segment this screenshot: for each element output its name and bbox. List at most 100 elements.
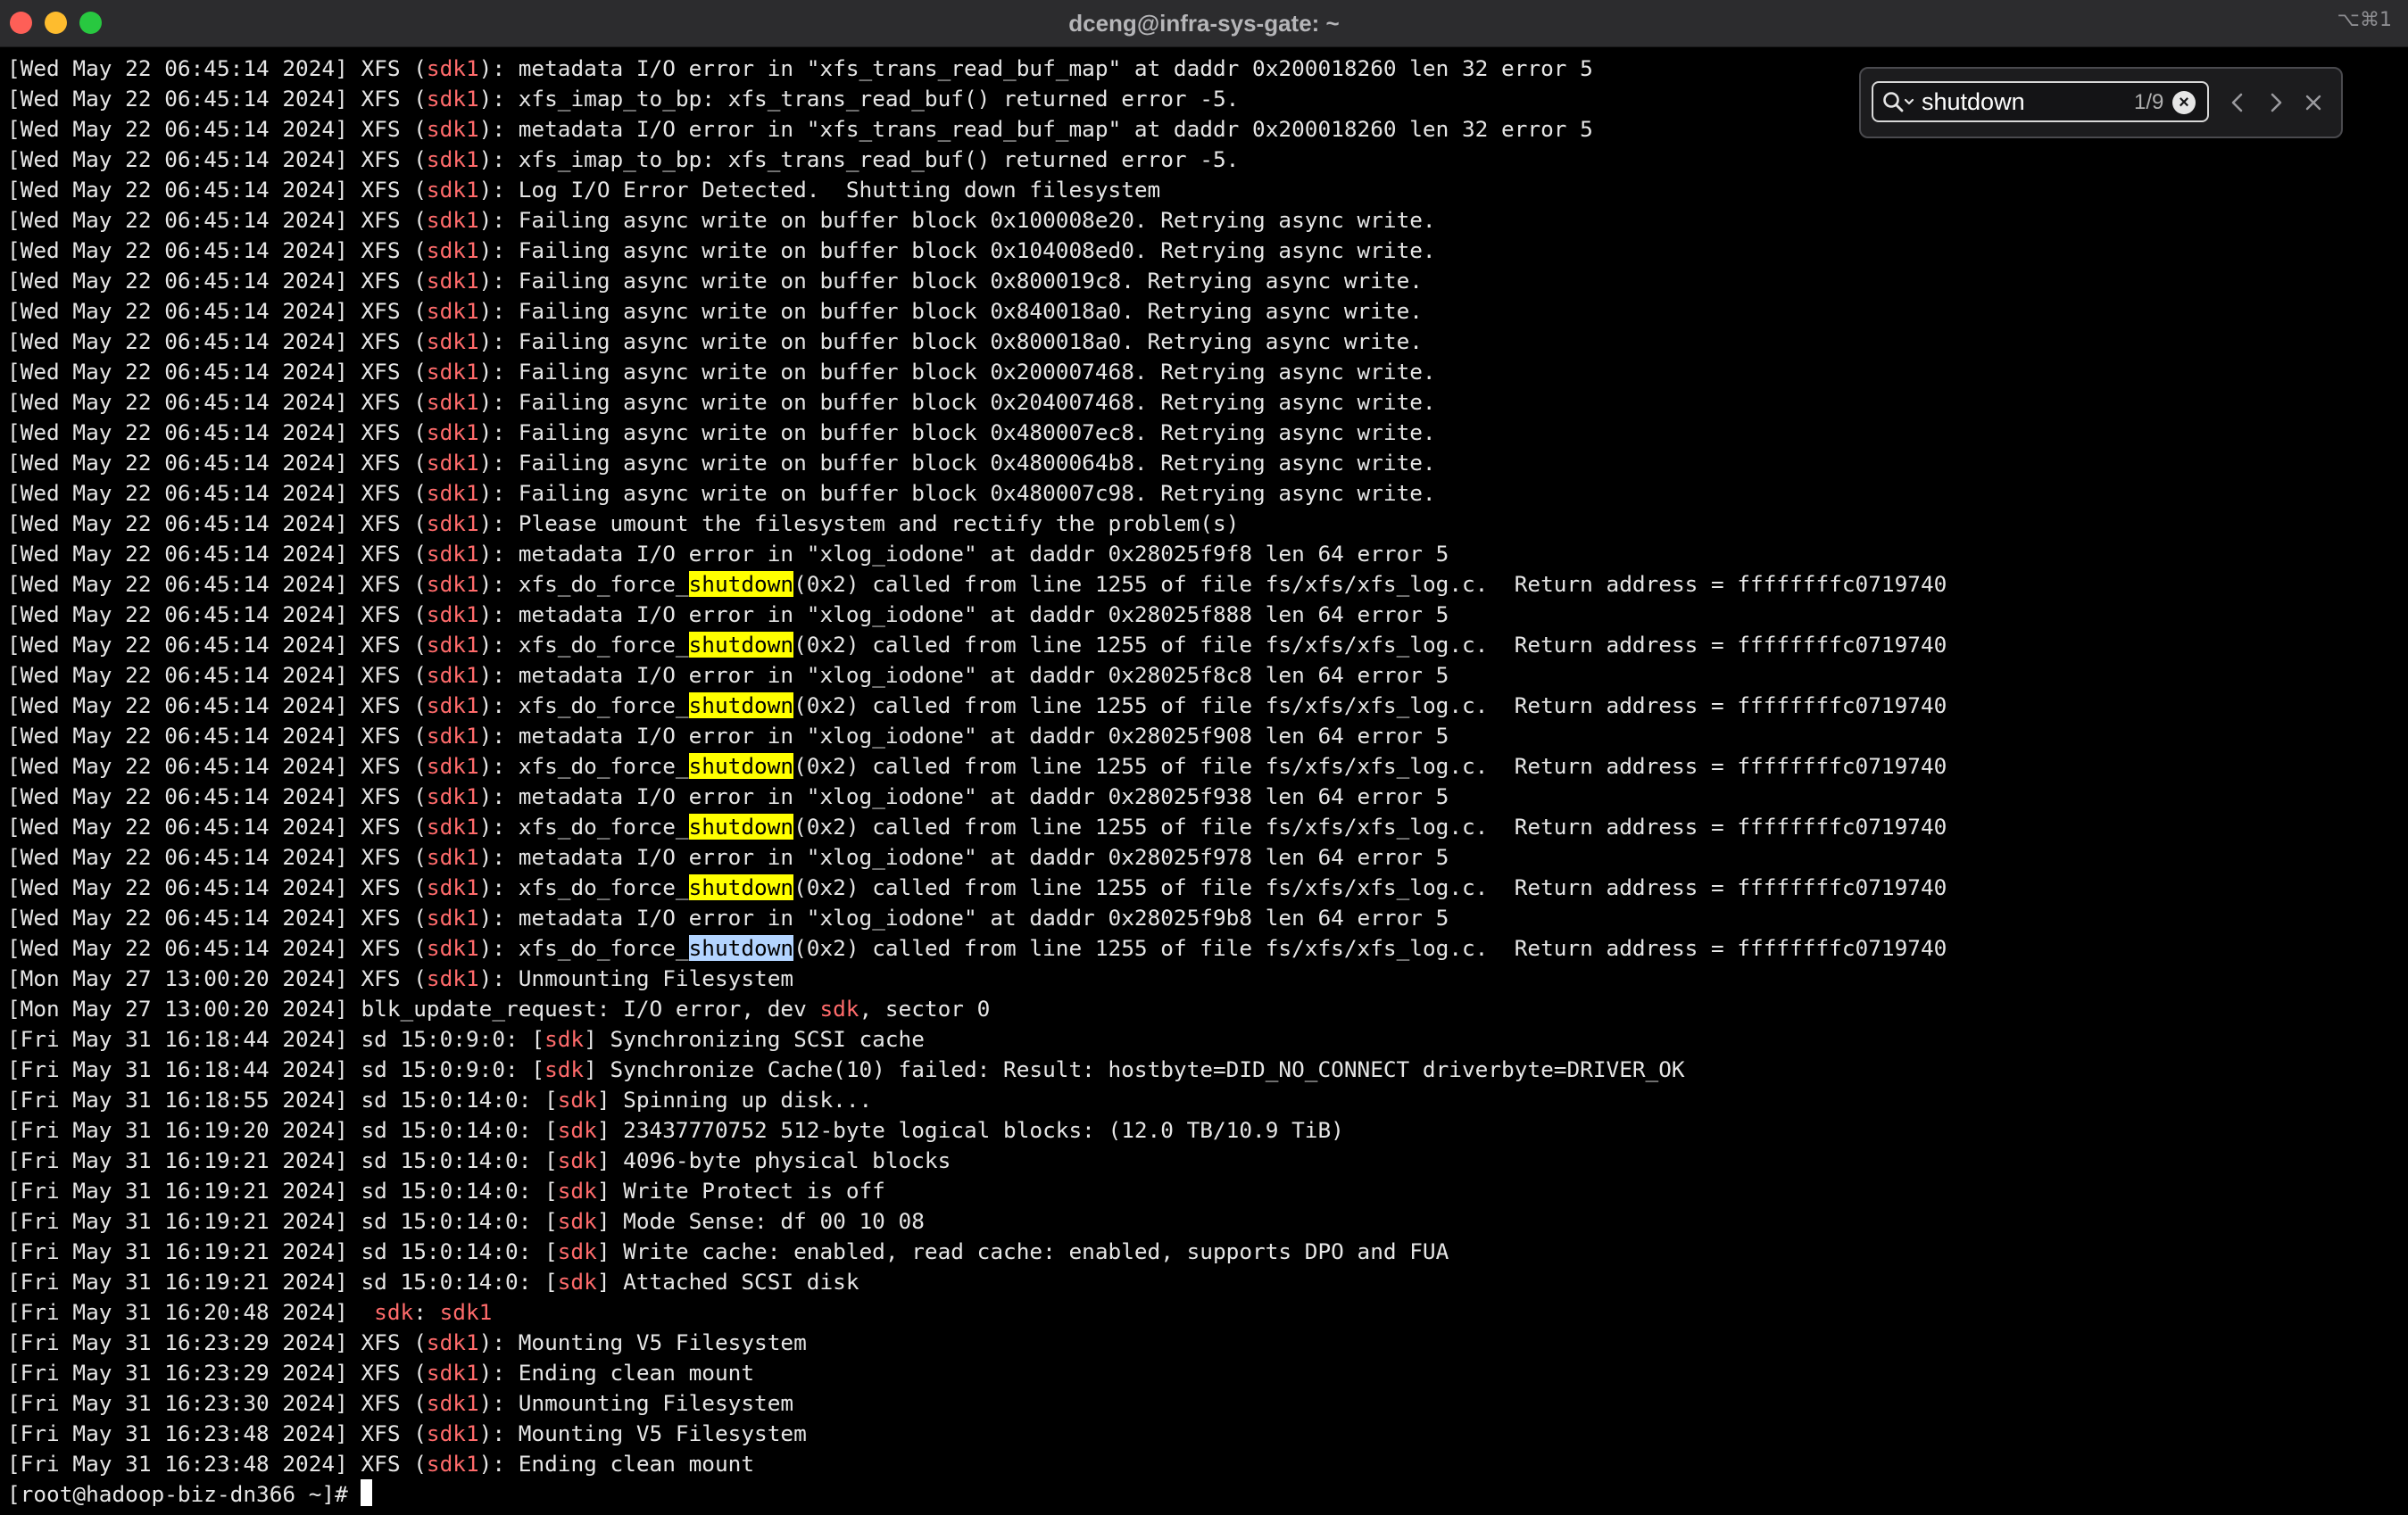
log-line: [Mon May 27 13:00:20 2024] blk_update_re… xyxy=(7,994,2399,1024)
log-text: ): Mounting V5 Filesystem xyxy=(478,1329,807,1355)
terminal-cursor xyxy=(361,1479,373,1506)
log-line: [Wed May 22 06:45:14 2024] XFS (sdk1): F… xyxy=(7,357,2399,387)
device-name: sdk1 xyxy=(426,268,479,294)
find-field[interactable]: 1/9 × xyxy=(1872,81,2209,122)
device-name: sdk1 xyxy=(426,207,479,233)
log-text: [Mon May 27 13:00:20 2024] XFS ( xyxy=(7,965,427,991)
log-text: ] Write Protect is off xyxy=(596,1178,885,1204)
log-line: [Wed May 22 06:45:14 2024] XFS (sdk1): m… xyxy=(7,842,2399,873)
log-text: [Wed May 22 06:45:14 2024] XFS ( xyxy=(7,723,427,749)
log-text: ): Ending clean mount xyxy=(478,1451,755,1477)
log-line: [Fri May 31 16:19:21 2024] sd 15:0:14:0:… xyxy=(7,1146,2399,1176)
log-text: [Wed May 22 06:45:14 2024] XFS ( xyxy=(7,874,427,900)
search-match: shutdown xyxy=(688,874,794,900)
log-line: [Fri May 31 16:23:48 2024] XFS (sdk1): M… xyxy=(7,1419,2399,1449)
device-name: sdk1 xyxy=(426,237,479,263)
log-line: [Fri May 31 16:19:20 2024] sd 15:0:14:0:… xyxy=(7,1115,2399,1146)
log-text: [Wed May 22 06:45:14 2024] XFS ( xyxy=(7,207,427,233)
device-name: sdk1 xyxy=(426,480,479,506)
log-line: [Wed May 22 06:45:14 2024] XFS (sdk1): F… xyxy=(7,478,2399,509)
log-text: ): xfs_imap_to_bp: xfs_trans_read_buf() … xyxy=(478,86,1240,112)
log-line: [Mon May 27 13:00:20 2024] XFS (sdk1): U… xyxy=(7,964,2399,994)
log-text: [Wed May 22 06:45:14 2024] XFS ( xyxy=(7,419,427,445)
device-name: sdk1 xyxy=(426,450,479,476)
log-line: [Wed May 22 06:45:14 2024] XFS (sdk1): x… xyxy=(7,751,2399,782)
close-find-button[interactable] xyxy=(2298,87,2329,119)
log-text: ): metadata I/O error in "xlog_iodone" a… xyxy=(478,662,1449,688)
log-text: ): xfs_do_force_ xyxy=(478,753,689,779)
log-line: [Fri May 31 16:18:55 2024] sd 15:0:14:0:… xyxy=(7,1085,2399,1115)
device-name: sdk xyxy=(557,1087,597,1113)
log-text: [Fri May 31 16:23:29 2024] XFS ( xyxy=(7,1329,427,1355)
log-text: ): Failing async write on buffer block 0… xyxy=(478,268,1423,294)
log-text: ): Ending clean mount xyxy=(478,1360,755,1386)
log-text: ): metadata I/O error in "xlog_iodone" a… xyxy=(478,844,1449,870)
window-title: dceng@infra-sys-gate: ~ xyxy=(1068,10,1340,37)
log-text: ): Failing async write on buffer block 0… xyxy=(478,450,1436,476)
log-text: ): metadata I/O error in "xlog_iodone" a… xyxy=(478,723,1449,749)
search-match: shutdown xyxy=(688,692,794,718)
log-line: [Wed May 22 06:45:14 2024] XFS (sdk1): F… xyxy=(7,205,2399,236)
terminal-output[interactable]: [Wed May 22 06:45:14 2024] XFS (sdk1): m… xyxy=(7,54,2399,1508)
log-text: [Fri May 31 16:19:21 2024] sd 15:0:14:0:… xyxy=(7,1238,558,1264)
log-text: [Fri May 31 16:19:20 2024] sd 15:0:14:0:… xyxy=(7,1117,558,1143)
search-icon[interactable] xyxy=(1882,91,1918,114)
device-name: sdk xyxy=(819,996,859,1022)
log-text: [Wed May 22 06:45:14 2024] XFS ( xyxy=(7,237,427,263)
log-line: [Wed May 22 06:45:14 2024] XFS (sdk1): F… xyxy=(7,296,2399,327)
log-text: [Wed May 22 06:45:14 2024] XFS ( xyxy=(7,541,427,567)
log-text: [Wed May 22 06:45:14 2024] XFS ( xyxy=(7,328,427,354)
device-name: sdk1 xyxy=(426,419,479,445)
log-text: (0x2) called from line 1255 of file fs/x… xyxy=(793,571,1947,597)
log-text: [Wed May 22 06:45:14 2024] XFS ( xyxy=(7,510,427,536)
chevron-left-icon xyxy=(2231,93,2243,112)
log-text: [Fri May 31 16:18:44 2024] sd 15:0:9:0: … xyxy=(7,1056,545,1082)
device-name: sdk xyxy=(557,1147,597,1173)
log-line: [Wed May 22 06:45:14 2024] XFS (sdk1): m… xyxy=(7,903,2399,933)
device-name: sdk1 xyxy=(426,814,479,840)
find-input[interactable] xyxy=(1922,87,2113,117)
log-text: [Wed May 22 06:45:14 2024] XFS ( xyxy=(7,662,427,688)
log-text: : xyxy=(413,1299,440,1325)
log-text: [Wed May 22 06:45:14 2024] XFS ( xyxy=(7,783,427,809)
log-text: [Wed May 22 06:45:14 2024] XFS ( xyxy=(7,480,427,506)
device-name: sdk1 xyxy=(426,328,479,354)
device-name: sdk1 xyxy=(426,1390,479,1416)
device-name: sdk1 xyxy=(426,905,479,931)
clear-search-icon[interactable]: × xyxy=(2172,91,2196,114)
log-line: [Wed May 22 06:45:14 2024] XFS (sdk1): x… xyxy=(7,145,2399,175)
device-name: sdk1 xyxy=(426,692,479,718)
device-name: sdk1 xyxy=(426,844,479,870)
device-name: sdk1 xyxy=(426,935,479,961)
device-name: sdk xyxy=(557,1269,597,1295)
device-name: sdk1 xyxy=(426,723,479,749)
log-text: (0x2) called from line 1255 of file fs/x… xyxy=(793,753,1947,779)
log-text: ): xfs_do_force_ xyxy=(478,935,689,961)
log-line: [Wed May 22 06:45:14 2024] XFS (sdk1): x… xyxy=(7,933,2399,964)
log-line: [Wed May 22 06:45:14 2024] XFS (sdk1): F… xyxy=(7,236,2399,266)
log-text: (0x2) called from line 1255 of file fs/x… xyxy=(793,935,1947,961)
log-text: ): xfs_imap_to_bp: xfs_trans_read_buf() … xyxy=(478,146,1240,172)
log-line: [Fri May 31 16:23:30 2024] XFS (sdk1): U… xyxy=(7,1388,2399,1419)
log-line: [Wed May 22 06:45:14 2024] XFS (sdk1): P… xyxy=(7,509,2399,539)
log-text: [Wed May 22 06:45:14 2024] XFS ( xyxy=(7,935,427,961)
prompt-line[interactable]: [root@hadoop-biz-dn366 ~]# xyxy=(7,1479,2399,1510)
log-text: (0x2) called from line 1255 of file fs/x… xyxy=(793,692,1947,718)
log-text: ): Failing async write on buffer block 0… xyxy=(478,480,1436,506)
device-name: sdk1 xyxy=(426,662,479,688)
device-name: sdk1 xyxy=(426,632,479,658)
previous-match-button[interactable] xyxy=(2222,87,2253,119)
log-text: ] Mode Sense: df 00 10 08 xyxy=(596,1208,925,1234)
device-name: sdk xyxy=(557,1238,597,1264)
log-line: [Fri May 31 16:18:44 2024] sd 15:0:9:0: … xyxy=(7,1024,2399,1055)
log-text: [Fri May 31 16:23:48 2024] XFS ( xyxy=(7,1420,427,1446)
next-match-button[interactable] xyxy=(2261,87,2291,119)
log-text: [Wed May 22 06:45:14 2024] XFS ( xyxy=(7,814,427,840)
log-text: ): Failing async write on buffer block 0… xyxy=(478,389,1436,415)
log-text: [Mon May 27 13:00:20 2024] blk_update_re… xyxy=(7,996,820,1022)
log-text: ): xfs_do_force_ xyxy=(478,571,689,597)
match-count: 1/9 xyxy=(2134,90,2164,114)
log-text: ] 4096-byte physical blocks xyxy=(596,1147,951,1173)
log-text: ): metadata I/O error in "xlog_iodone" a… xyxy=(478,905,1449,931)
log-text: ): xfs_do_force_ xyxy=(478,814,689,840)
